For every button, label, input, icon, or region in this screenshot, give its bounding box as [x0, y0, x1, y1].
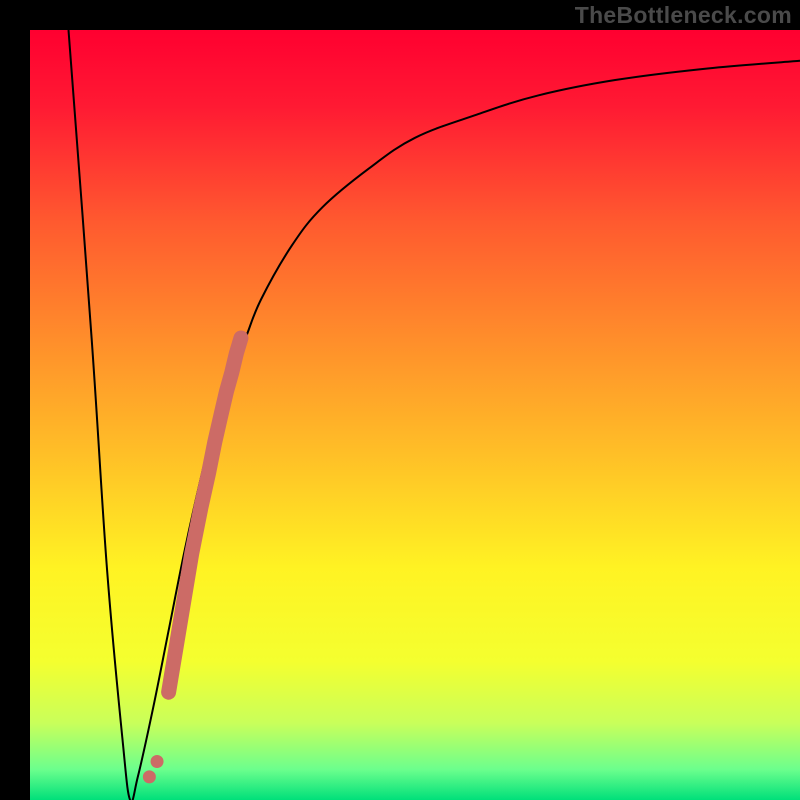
- highlight-dot: [151, 755, 164, 768]
- highlight-dot: [143, 770, 156, 783]
- gradient-background: [30, 30, 800, 800]
- plot-area: [30, 30, 800, 800]
- watermark-text: TheBottleneck.com: [575, 2, 792, 29]
- plot-svg: [30, 30, 800, 800]
- chart-frame: TheBottleneck.com: [0, 0, 800, 800]
